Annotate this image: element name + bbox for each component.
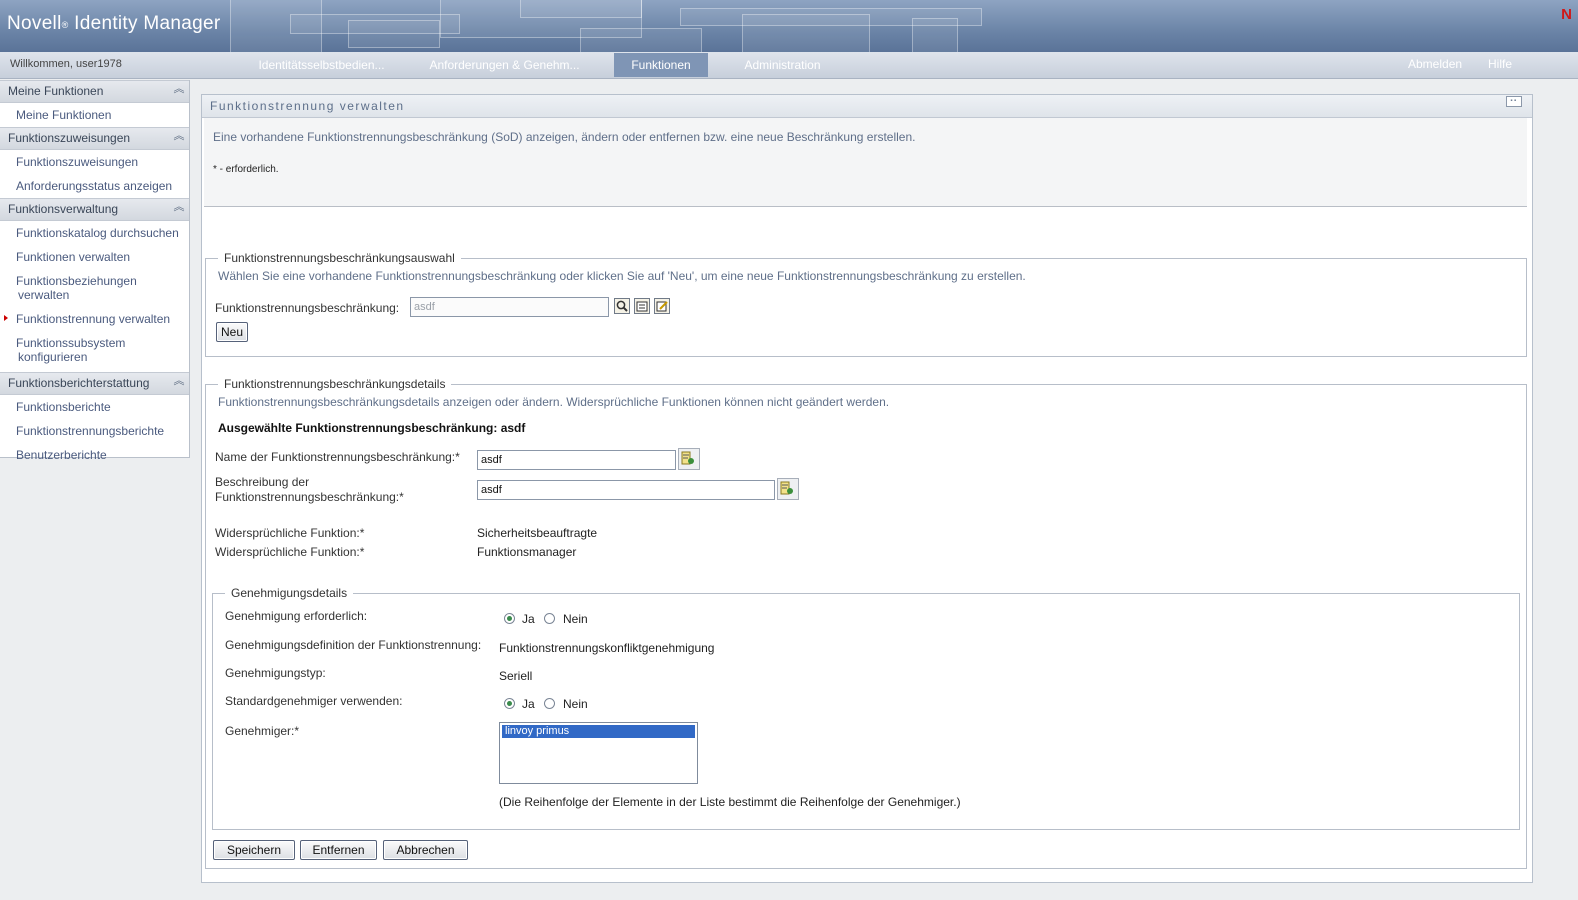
top-navigation: Willkommen, user1978 Identitätsselbstbed… (0, 52, 1578, 79)
collapse-icon[interactable]: ︽ (172, 375, 186, 389)
new-button[interactable]: Neu (216, 322, 248, 342)
sidebar-section-title: Funktionsverwaltung (8, 202, 119, 216)
tab-administration[interactable]: Administration (735, 53, 830, 77)
name-label: Name der Funktionstrennungsbeschränkung:… (215, 450, 460, 464)
cancel-button[interactable]: Abbrechen (383, 840, 468, 860)
sidebar-section-role-reporting[interactable]: Funktionsberichterstattung ︽ (0, 372, 189, 395)
required-note: * - erforderlich. (213, 164, 279, 175)
approval-required-yes-label[interactable]: Ja (522, 612, 535, 626)
constraint-label: Funktionstrennungsbeschränkung: (215, 301, 400, 315)
sidebar-item-manage-relationships[interactable]: Funktionsbeziehungen verwalten (0, 274, 189, 312)
approval-fieldset: Genehmigungsdetails (212, 586, 1520, 830)
description-label-line2: Funktionstrennungsbeschränkung:* (215, 490, 404, 504)
sidebar-section-title: Funktionsberichterstattung (8, 376, 150, 390)
conflict-value: Funktionsmanager (477, 545, 577, 559)
save-button[interactable]: Speichern (213, 840, 295, 860)
sidebar: Meine Funktionen ︽ Meine Funktionen Funk… (0, 80, 190, 462)
conflict-value: Sicherheitsbeauftragte (477, 526, 598, 540)
approval-definition-value: Funktionstrennungskonfliktgenehmigung (499, 641, 715, 655)
sidebar-item-label: konfigurieren (18, 350, 88, 364)
approvers-label: Genehmiger:* (225, 724, 300, 738)
name-field[interactable]: asdf (477, 450, 676, 470)
tab-identity-self-service[interactable]: Identitätsselbstbedien... (249, 53, 394, 77)
intro-text: Eine vorhandene Funktionstrennungsbeschr… (213, 130, 916, 144)
tab-roles[interactable]: Funktionen (614, 53, 708, 77)
main-panel: Funktionstrennung verwalten ▪▪ Eine vorh… (201, 94, 1533, 883)
sidebar-item-manage-sod[interactable]: Funktionstrennung verwalten (0, 312, 189, 336)
logout-link[interactable]: Abmelden (1408, 57, 1462, 71)
page-title: Funktionstrennung verwalten (210, 99, 405, 113)
sidebar-section-title: Meine Funktionen (8, 84, 104, 98)
approver-order-note: (Die Reihenfolge der Elemente in der Lis… (499, 795, 961, 809)
sidebar-item-role-assignments[interactable]: Funktionszuweisungen (0, 155, 189, 179)
approval-required-yes-radio[interactable] (504, 613, 515, 624)
collapse-icon[interactable]: ︽ (172, 83, 186, 97)
sidebar-item-my-roles[interactable]: Meine Funktionen (0, 108, 189, 127)
history-icon[interactable] (634, 298, 650, 314)
selection-legend: Funktionstrennungsbeschränkungsauswahl (224, 251, 455, 265)
conflict-label: Widersprüchliche Funktion:* (215, 545, 365, 559)
approval-type-value: Seriell (499, 669, 533, 683)
collapse-icon[interactable]: ︽ (172, 201, 186, 215)
sidebar-section-my-roles[interactable]: Meine Funktionen ︽ (0, 80, 189, 103)
sidebar-item-sod-reports[interactable]: Funktionstrennungsberichte (0, 424, 189, 448)
approval-required-no-label[interactable]: Nein (563, 612, 588, 626)
details-hint: Funktionstrennungsbeschränkungsdetails a… (218, 395, 890, 409)
sidebar-item-label: Funktionssubsystem (16, 336, 126, 350)
approval-definition-label: Genehmigungsdefinition der Funktionstren… (225, 638, 482, 652)
details-legend: Funktionstrennungsbeschränkungsdetails (224, 377, 446, 391)
search-icon[interactable] (614, 298, 630, 314)
collapse-icon[interactable]: ︽ (172, 130, 186, 144)
default-approvers-no-label[interactable]: Nein (563, 697, 588, 711)
sidebar-item-label: Funktionsbeziehungen (16, 274, 137, 288)
remove-button[interactable]: Entfernen (300, 840, 377, 860)
approval-legend: Genehmigungsdetails (231, 586, 348, 600)
sidebar-section-title: Funktionszuweisungen (8, 131, 131, 145)
novell-logo-icon: N (1561, 6, 1572, 23)
app-banner: Novell® Identity Manager N (0, 0, 1578, 52)
sidebar-item-label: Funktionstrennung verwalten (16, 312, 171, 326)
selection-hint: Wählen Sie eine vorhandene Funktionstren… (218, 269, 1026, 283)
description-field[interactable]: asdf (477, 480, 775, 500)
description-label-line1: Beschreibung der (215, 475, 310, 489)
default-approvers-no-radio[interactable] (544, 698, 555, 709)
approval-required-label: Genehmigung erforderlich: (225, 609, 368, 623)
approvers-listbox[interactable]: linvoy primus (499, 722, 698, 784)
sidebar-item-configure-subsystem[interactable]: Funktionssubsystem konfigurieren (0, 336, 189, 372)
panel-menu-icon[interactable]: ▪▪ (1506, 96, 1522, 107)
conflict-label: Widersprüchliche Funktion:* (215, 526, 365, 540)
constraint-field[interactable]: asdf (410, 297, 609, 317)
tab-requests-approvals[interactable]: Anforderungen & Genehm... (422, 53, 587, 77)
selection-fieldset: Funktionstrennungsbeschränkungsauswahl (205, 251, 1527, 357)
product-logo: Novell® Identity Manager (7, 13, 221, 34)
default-approvers-label: Standardgenehmiger verwenden: (225, 694, 403, 708)
default-approvers-yes-label[interactable]: Ja (522, 697, 535, 711)
sidebar-item-role-reports[interactable]: Funktionsberichte (0, 400, 189, 424)
localize-icon[interactable] (678, 448, 700, 470)
sidebar-item-user-reports[interactable]: Benutzerberichte (0, 448, 189, 467)
sidebar-item-request-status[interactable]: Anforderungsstatus anzeigen (0, 179, 189, 198)
default-approvers-yes-radio[interactable] (504, 698, 515, 709)
sidebar-item-label: verwalten (18, 288, 70, 302)
edit-icon[interactable] (654, 298, 670, 314)
selected-constraint-heading: Ausgewählte Funktionstrennungsbeschränku… (218, 421, 526, 435)
active-marker-icon (4, 315, 8, 321)
approval-type-label: Genehmigungstyp: (225, 666, 326, 680)
intro-area: Eine vorhandene Funktionstrennungsbeschr… (204, 118, 1527, 207)
help-link[interactable]: Hilfe (1488, 57, 1512, 71)
localize-icon[interactable] (777, 478, 799, 500)
sidebar-section-role-management[interactable]: Funktionsverwaltung ︽ (0, 198, 189, 221)
welcome-text: Willkommen, user1978 (10, 58, 122, 70)
approval-required-no-radio[interactable] (544, 613, 555, 624)
sidebar-item-browse-catalog[interactable]: Funktionskatalog durchsuchen (0, 226, 189, 250)
sidebar-item-manage-roles[interactable]: Funktionen verwalten (0, 250, 189, 274)
panel-title-bar: Funktionstrennung verwalten ▪▪ (202, 95, 1532, 118)
sidebar-section-role-assignments[interactable]: Funktionszuweisungen ︽ (0, 127, 189, 150)
approver-option[interactable]: linvoy primus (502, 725, 695, 738)
